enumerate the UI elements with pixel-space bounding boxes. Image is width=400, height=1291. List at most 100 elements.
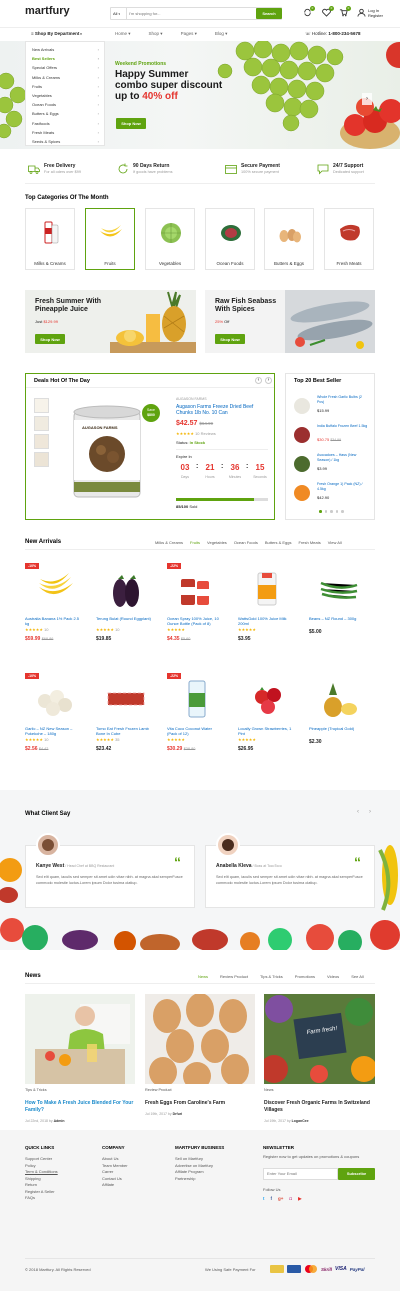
department-item[interactable]: Milks & Creams › bbox=[26, 73, 104, 82]
news-card[interactable]: Tips & Tricks bbox=[25, 994, 135, 1104]
search-button[interactable]: Search bbox=[256, 8, 282, 19]
department-item[interactable]: New Arrivals › bbox=[26, 45, 104, 54]
product-card[interactable]: Pineapple (Tropical Gold) $2.30 bbox=[309, 673, 365, 778]
deal-thumb-1[interactable] bbox=[34, 398, 49, 413]
tab-fruits[interactable]: Fruits bbox=[190, 540, 200, 545]
cart-icon[interactable]: 0 bbox=[339, 6, 351, 17]
department-item[interactable]: Best Sellers › bbox=[26, 54, 104, 63]
hero-shop-now-button[interactable]: Shop Now bbox=[116, 118, 146, 129]
category-fresh-meats[interactable]: Fresh Meats bbox=[324, 208, 374, 270]
news-tab-review-product[interactable]: Review Product bbox=[220, 974, 248, 979]
department-item[interactable]: Butters & Eggs › bbox=[26, 109, 104, 118]
nav-item-blog[interactable]: Blog ▾ bbox=[215, 31, 228, 37]
tab-ocean-foods[interactable]: Ocean Foods bbox=[234, 540, 258, 545]
instagram-icon[interactable]: ◘ bbox=[289, 1196, 292, 1202]
facebook-icon[interactable]: f bbox=[271, 1196, 273, 1202]
promo-pineapple-banner[interactable]: Fresh Summer With Pineapple Juice Just $1… bbox=[25, 290, 196, 353]
product-name[interactable]: WattsGold 100% Juice Milk 200ml bbox=[238, 616, 294, 626]
best-seller-item[interactable]: Whole Fresh Garlic Bulbs (2 Pcs) $15.99 bbox=[294, 395, 374, 421]
product-name[interactable]: Locally Grown Strawberries, 1 Pint bbox=[238, 726, 294, 736]
product-card[interactable]: -22% Ocean Spray 100% Juice, 10 Ounce Bot… bbox=[167, 563, 223, 668]
user-icon[interactable] bbox=[357, 8, 366, 17]
department-item[interactable]: Vegetables › bbox=[26, 91, 104, 100]
tab-butters-eggs[interactable]: Butters & Eggs bbox=[265, 540, 292, 545]
deals-next-button[interactable]: › bbox=[265, 377, 272, 384]
product-card[interactable]: Beans – NZ Round – 300g $5.00 bbox=[309, 563, 365, 668]
news-tab-videos[interactable]: Videos bbox=[327, 974, 339, 979]
product-card[interactable]: Locally Grown Strawberries, 1 Pint ★★★★★ … bbox=[238, 673, 294, 778]
deal-thumb-2[interactable] bbox=[34, 416, 49, 431]
promo-pineapple-shop-button[interactable]: Shop Now bbox=[35, 334, 65, 344]
twitter-icon[interactable]: t bbox=[263, 1196, 265, 1202]
tab-vegetables[interactable]: Vegetables bbox=[207, 540, 227, 545]
news-tab-promotions[interactable]: Promotions bbox=[295, 974, 315, 979]
tab-milks-creams[interactable]: Milks & Creams bbox=[155, 540, 183, 545]
footer-link[interactable]: Partnership bbox=[175, 1176, 255, 1183]
footer-link[interactable]: Affilate bbox=[102, 1182, 172, 1189]
footer-link[interactable]: FAQs bbox=[25, 1195, 95, 1202]
department-item[interactable]: Special Offers › bbox=[26, 63, 104, 72]
product-card[interactable]: WattsGold 100% Juice Milk 200ml ★★★★★ $3.… bbox=[238, 563, 294, 668]
shop-by-dept[interactable]: ≡ Shop By Department ▾ bbox=[25, 28, 110, 40]
product-name[interactable]: Beans – NZ Round – 300g bbox=[309, 616, 365, 621]
product-card[interactable]: Tomo Eat Fresh Frozen Lamb Bone In Cube ★… bbox=[96, 673, 152, 778]
product-name[interactable]: Terung Bulat (Round Eggplant) bbox=[96, 616, 152, 621]
promo-seabass-shop-button[interactable]: Shop Now bbox=[215, 334, 245, 344]
category-butters-eggs[interactable]: Butters & Eggs bbox=[264, 208, 314, 270]
tab-fresh-meats[interactable]: Fresh Meats bbox=[299, 540, 321, 545]
news-tab-tips-tricks[interactable]: Tips & Tricks bbox=[260, 974, 283, 979]
newsletter-email-input[interactable] bbox=[263, 1167, 338, 1180]
product-name[interactable]: Pineapple (Tropical Gold) bbox=[309, 726, 365, 731]
tab-view-all[interactable]: View All bbox=[328, 540, 342, 545]
google-plus-icon[interactable]: g+ bbox=[278, 1196, 283, 1202]
news-tab-see-all[interactable]: See All bbox=[351, 974, 363, 979]
visa-icon: VISA bbox=[335, 1266, 347, 1272]
login-link[interactable]: Log In Register bbox=[368, 8, 383, 18]
testimonials-next[interactable]: › bbox=[369, 809, 371, 815]
product-card[interactable]: -10% Garlic – NZ New Season – Pukekohe – … bbox=[25, 673, 81, 778]
department-item[interactable]: Ocean Foods › bbox=[26, 100, 104, 109]
compare-icon[interactable]: 0 bbox=[303, 6, 315, 17]
news-card-title[interactable]: How To Make A Fresh Juice Blended For Yo… bbox=[25, 1100, 135, 1113]
product-name[interactable]: Tomo Eat Fresh Frozen Lamb Bone In Cube bbox=[96, 726, 152, 736]
department-item[interactable]: Fresh Meats › bbox=[26, 128, 104, 137]
news-card-title[interactable]: Fresh Eggs From Caroline's Farm bbox=[145, 1100, 255, 1107]
best-seller-item[interactable]: Fresh Orange 1) Pack (NZ) / 4.5kg $42.90 bbox=[294, 482, 374, 508]
deal-thumb-3[interactable] bbox=[34, 434, 49, 449]
best-seller-item[interactable]: India Buffalo Frozen Beef 1.5kg $30.75 $3… bbox=[294, 424, 374, 450]
promo-seabass-banner[interactable]: Raw Fish Seabass With Spices 25% Off Shop… bbox=[205, 290, 375, 353]
news-card[interactable]: Review Product bbox=[145, 994, 255, 1104]
deal-product-name[interactable]: Augason Farms Freeze Dried Beef Chunks 1… bbox=[176, 404, 266, 416]
testimonials-prev[interactable]: ‹ bbox=[357, 809, 359, 815]
nav-item-home[interactable]: Home ▾ bbox=[115, 31, 131, 37]
deals-prev-button[interactable]: ‹ bbox=[255, 377, 262, 384]
search-input[interactable] bbox=[129, 9, 249, 18]
news-card[interactable]: Farm fresh! News bbox=[264, 994, 375, 1104]
product-name[interactable]: Vita Coco Coconut Water (Pack of 12) bbox=[167, 726, 223, 736]
wishlist-icon[interactable]: 0 bbox=[322, 6, 334, 17]
best-seller-item[interactable]: Avocadoes – Hass (New Season) / 1kg $3.99 bbox=[294, 453, 374, 479]
nav-item-shop[interactable]: Shop ▾ bbox=[149, 31, 163, 37]
slider-next-button[interactable]: › bbox=[362, 93, 372, 105]
category-fruits[interactable]: Fruits bbox=[85, 208, 135, 270]
news-tab-news[interactable]: News bbox=[198, 974, 208, 979]
youtube-icon[interactable]: ▶ bbox=[298, 1196, 301, 1202]
category-milks-creams[interactable]: Milks & Creams bbox=[25, 208, 75, 270]
logo[interactable]: martfury bbox=[25, 5, 70, 17]
department-item[interactable]: Fruits › bbox=[26, 82, 104, 91]
department-item[interactable]: Fastfoods › bbox=[26, 119, 104, 128]
product-card[interactable]: -10% Australia Banana 1% Pack 2.5 kg ★★★★★… bbox=[25, 563, 81, 668]
category-vegetables[interactable]: Vegetables bbox=[145, 208, 195, 270]
search-category-select[interactable]: All▾ bbox=[111, 8, 127, 19]
deal-thumb-4[interactable] bbox=[34, 452, 49, 467]
product-card[interactable]: Terung Bulat (Round Eggplant) ★★★★★ 10 $19… bbox=[96, 563, 152, 668]
department-item[interactable]: Seeds & Spices › bbox=[26, 137, 104, 146]
product-card[interactable]: -22% Vita Coco Coconut Water (Pack of 12)… bbox=[167, 673, 223, 778]
category-ocean-foods[interactable]: Ocean Foods bbox=[205, 208, 255, 270]
nav-item-pages[interactable]: Pages ▾ bbox=[181, 31, 197, 37]
subscribe-button[interactable]: Subscribe bbox=[338, 1167, 375, 1180]
product-name[interactable]: Australia Banana 1% Pack 2.5 kg bbox=[25, 616, 81, 626]
product-name[interactable]: Ocean Spray 100% Juice, 10 Ounce Bottle … bbox=[167, 616, 223, 626]
news-card-title[interactable]: Discover Fresh Organic Farms In Switzela… bbox=[264, 1100, 375, 1113]
product-name[interactable]: Garlic – NZ New Season – Pukekohe – 180g bbox=[25, 726, 81, 736]
